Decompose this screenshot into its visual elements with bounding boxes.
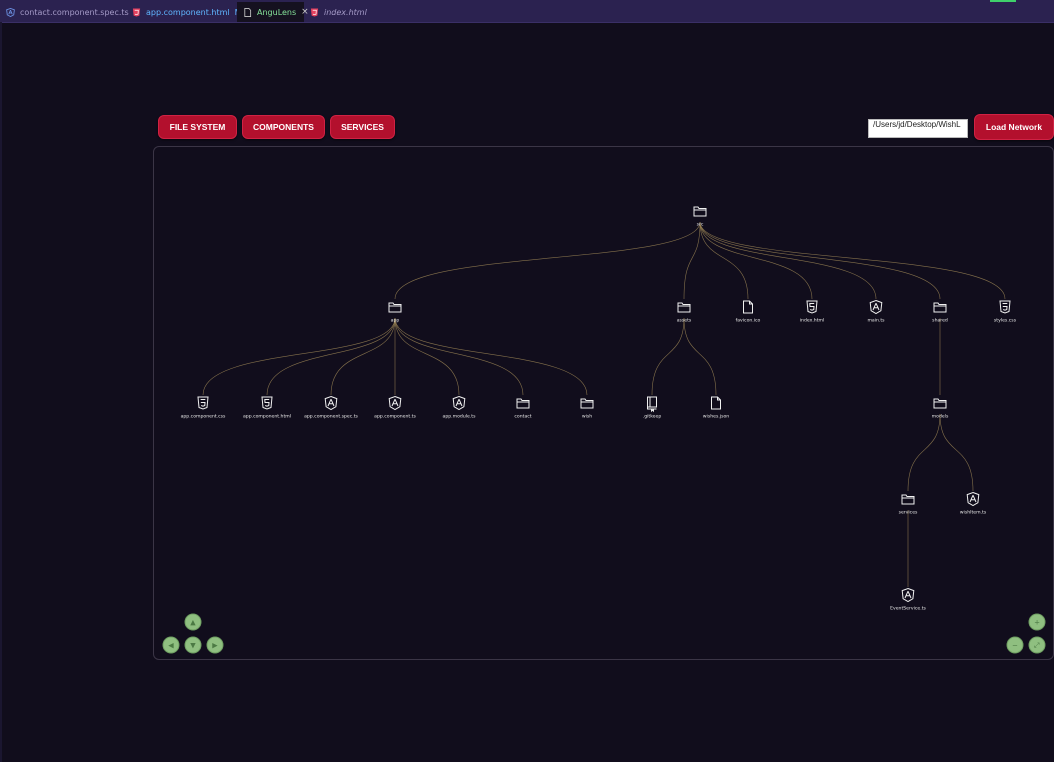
tree-edge (683, 317, 717, 396)
tree-edge (683, 221, 701, 300)
tree-edge (394, 317, 460, 396)
tree-node-label: app.component.ts (374, 414, 416, 420)
file-tree-graph: src app assets favicon.ico index.html main.ts… (162, 206, 1046, 654)
folder-icon (933, 302, 947, 313)
tree-node-appcss[interactable]: app.component.css (181, 396, 226, 420)
folder-icon (901, 494, 915, 505)
tree-node-wishes[interactable]: wishes.json (703, 396, 729, 420)
tree-node-maints[interactable]: main.ts (867, 299, 885, 324)
angular-icon (388, 395, 402, 411)
css-icon (197, 396, 209, 410)
tree-edge (202, 317, 396, 396)
tree-node-eventservice[interactable]: EventService.ts (890, 587, 927, 612)
tree-node-label: src (697, 222, 704, 228)
folder-icon (693, 206, 707, 217)
tree-node-assets[interactable]: assets (677, 302, 692, 324)
angular-icon (869, 299, 883, 315)
tree-edge (699, 221, 877, 300)
tree-node-label: contact (514, 414, 531, 420)
nav-left-button[interactable]: ◀ (162, 636, 180, 654)
up-icon: ▲ (190, 618, 196, 626)
tree-node-label: wish (582, 414, 592, 420)
nav-down-button[interactable]: ▼ (184, 636, 202, 654)
fit-icon: ⤢ (1034, 641, 1040, 649)
tree-edge (394, 221, 701, 300)
folder-icon (516, 398, 530, 409)
tree-edge (939, 413, 974, 492)
tree-node-shared[interactable]: shared (932, 302, 948, 324)
tree-node-label: models (932, 414, 949, 420)
tree-node-label: app.component.spec.ts (304, 414, 358, 420)
tree-node-src[interactable]: src (693, 206, 707, 228)
down-icon: ▼ (190, 641, 196, 649)
tree-node-services[interactable]: services (899, 494, 918, 516)
tree-node-label: wishes.json (703, 414, 729, 420)
file-icon (743, 300, 753, 314)
tree-node-label: favicon.ico (736, 318, 761, 324)
angular-icon (966, 491, 980, 507)
tree-node-label: index.html (800, 318, 825, 324)
tree-node-appts[interactable]: app.component.ts (374, 395, 416, 420)
tree-node-label: services (899, 510, 918, 516)
tree-node-label: main.ts (867, 318, 885, 324)
folder-icon (933, 398, 947, 409)
tree-node-label: .gitkeep (643, 414, 662, 420)
file-icon (711, 396, 721, 410)
tree-node-label: app.component.html (243, 414, 291, 420)
tree-edge (394, 317, 588, 396)
folder-icon (388, 302, 402, 313)
tree-node-apphtml[interactable]: app.component.html (243, 396, 291, 420)
tree-node-label: styles.css (994, 318, 1017, 324)
fit-button[interactable]: ⤢ (1028, 636, 1046, 654)
angular-icon (324, 395, 338, 411)
nav-up-button[interactable]: ▲ (184, 613, 202, 631)
tree-node-wish[interactable]: wish (580, 398, 594, 420)
tree-node-indexhtml[interactable]: index.html (800, 300, 825, 324)
html-icon (806, 300, 818, 314)
tree-edge (907, 413, 941, 492)
tree-node-label: app (391, 319, 400, 324)
left-icon: ◀ (168, 641, 174, 649)
tree-node-label: wishItem.ts (960, 510, 987, 516)
tree-node-label: shared (932, 318, 948, 324)
tree-node-label: EventService.ts (890, 606, 926, 612)
tree-node-appmodule[interactable]: app.module.ts (443, 395, 477, 420)
folder-icon (677, 302, 691, 313)
tree-node-appspec[interactable]: app.component.spec.ts (304, 395, 359, 420)
tree-node-app[interactable]: app (388, 302, 402, 324)
tree-edge (699, 221, 1006, 300)
tree-node-label: app.module.ts (443, 414, 477, 420)
tree-edge (330, 317, 396, 396)
html-icon (261, 396, 273, 410)
tree-node-wishitem[interactable]: wishItem.ts (960, 491, 987, 516)
folder-icon (580, 398, 594, 409)
css-icon (999, 300, 1011, 314)
angular-icon (901, 587, 915, 603)
zoom-in-icon: + (1034, 618, 1040, 626)
zoom-out-icon: − (1012, 641, 1018, 649)
tree-edge (651, 317, 685, 396)
tree-node-label: app.component.css (181, 414, 226, 420)
tree-edge (699, 221, 941, 300)
tree-edge (699, 221, 813, 300)
tree-node-favicon[interactable]: favicon.ico (736, 300, 761, 324)
tree-node-styles[interactable]: styles.css (994, 300, 1017, 324)
tree-node-models[interactable]: models (932, 398, 949, 420)
book-icon (647, 396, 657, 413)
right-icon: ▶ (212, 641, 218, 649)
zoom-out-button[interactable]: − (1006, 636, 1024, 654)
angular-icon (452, 395, 466, 411)
tree-node-gitkeep[interactable]: .gitkeep (643, 396, 662, 420)
zoom-in-button[interactable]: + (1028, 613, 1046, 631)
tree-node-contact[interactable]: contact (514, 398, 532, 420)
nav-right-button[interactable]: ▶ (206, 636, 224, 654)
tree-node-label: assets (677, 318, 692, 324)
